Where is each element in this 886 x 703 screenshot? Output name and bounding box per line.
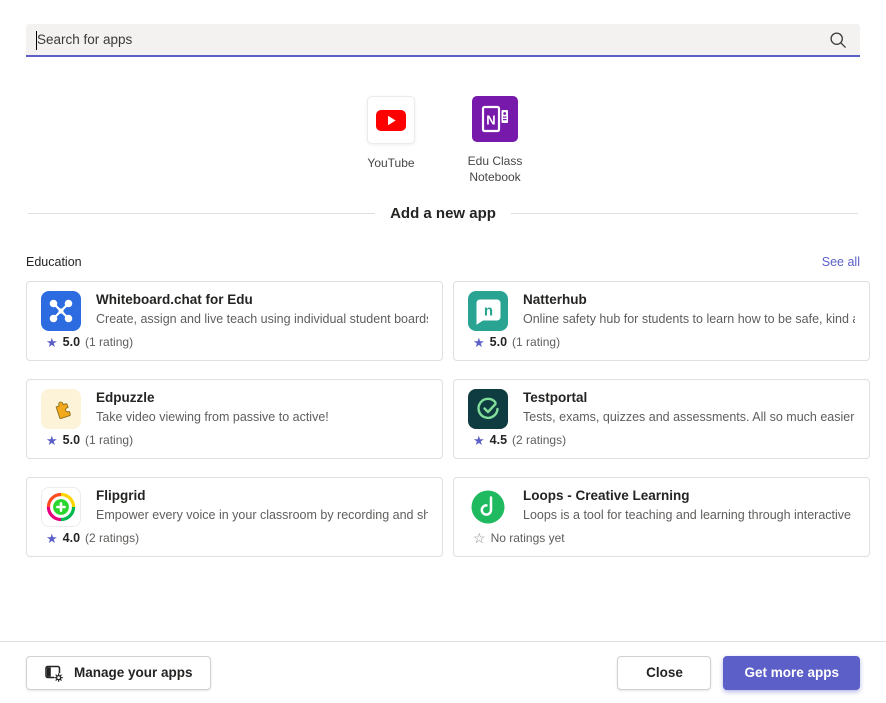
app-description: Empower every voice in your classroom by… [96, 508, 428, 522]
app-description: Create, assign and live teach using indi… [96, 312, 428, 326]
see-all-link[interactable]: See all [822, 255, 860, 269]
manage-apps-icon [44, 663, 64, 683]
star-outline-icon: ☆ [473, 531, 486, 545]
footer-actions: Close Get more apps [617, 656, 860, 690]
youtube-icon [367, 96, 415, 144]
app-description: Loops is a tool for teaching and learnin… [523, 508, 855, 522]
app-card-loops[interactable]: Loops - Creative Learning Loops is a too… [453, 477, 870, 557]
pinned-apps-row: YouTube N Edu Class Notebook [0, 96, 886, 185]
app-card-testportal[interactable]: Testportal Tests, exams, quizzes and ass… [453, 379, 870, 459]
app-description: Online safety hub for students to learn … [523, 312, 855, 326]
pinned-app-label: Edu Class Notebook [451, 153, 539, 185]
rating-count: (2 ratings) [85, 531, 139, 545]
star-icon: ★ [473, 434, 485, 447]
star-icon: ★ [46, 434, 58, 447]
dialog-footer: Manage your apps Close Get more apps [0, 641, 886, 703]
star-icon: ★ [473, 336, 485, 349]
rating-row: ★ 5.0 (1 rating) [473, 335, 855, 349]
flipgrid-icon [41, 487, 81, 527]
loops-icon [468, 487, 508, 527]
add-new-app-divider: Add a new app [28, 205, 858, 222]
app-title: Natterhub [523, 292, 855, 309]
rating-count: (1 rating) [85, 433, 133, 447]
svg-text:N: N [486, 113, 495, 128]
rating-value: 4.0 [63, 531, 80, 545]
pinned-app-youtube[interactable]: YouTube [347, 96, 435, 185]
natterhub-icon: n [468, 291, 508, 331]
app-store-dialog: YouTube N Edu Class Notebook Add a new a… [0, 0, 886, 703]
rating-count: (2 ratings) [512, 433, 566, 447]
app-description: Take video viewing from passive to activ… [96, 410, 329, 424]
rating-value: 5.0 [63, 433, 80, 447]
app-card-flipgrid[interactable]: Flipgrid Empower every voice in your cla… [26, 477, 443, 557]
rating-row: ★ 5.0 (1 rating) [46, 335, 428, 349]
rating-row: ☆ No ratings yet [473, 531, 855, 545]
manage-apps-label: Manage your apps [74, 665, 193, 680]
manage-your-apps-button[interactable]: Manage your apps [26, 656, 211, 690]
app-title: Testportal [523, 390, 855, 407]
search-bar [26, 24, 860, 57]
pinned-app-label: YouTube [367, 155, 414, 171]
app-title: Edpuzzle [96, 390, 329, 407]
rating-count: (1 rating) [85, 335, 133, 349]
whiteboard-chat-icon [41, 291, 81, 331]
close-button[interactable]: Close [617, 656, 711, 690]
rating-row: ★ 5.0 (1 rating) [46, 433, 428, 447]
rating-count: (1 rating) [512, 335, 560, 349]
apps-grid: Whiteboard.chat for Edu Create, assign a… [26, 281, 860, 557]
testportal-icon [468, 389, 508, 429]
section-title: Education [26, 255, 82, 269]
add-new-app-label: Add a new app [375, 205, 511, 222]
rating-row: ★ 4.5 (2 ratings) [473, 433, 855, 447]
search-icon[interactable] [828, 30, 848, 50]
app-card-edpuzzle[interactable]: Edpuzzle Take video viewing from passive… [26, 379, 443, 459]
star-icon: ★ [46, 532, 58, 545]
divider-line [28, 213, 375, 214]
rating-value: 4.5 [490, 433, 507, 447]
onenote-icon: N [472, 96, 518, 142]
get-more-apps-button[interactable]: Get more apps [723, 656, 860, 690]
no-rating-label: No ratings yet [491, 531, 565, 545]
rating-row: ★ 4.0 (2 ratings) [46, 531, 428, 545]
app-title: Flipgrid [96, 488, 428, 505]
rating-value: 5.0 [490, 335, 507, 349]
search-input[interactable] [26, 24, 860, 57]
app-title: Loops - Creative Learning [523, 488, 855, 505]
edpuzzle-icon [41, 389, 81, 429]
section-header: Education See all [26, 255, 860, 269]
app-card-natterhub[interactable]: n Natterhub Online safety hub for studen… [453, 281, 870, 361]
divider-line [511, 213, 858, 214]
pinned-app-edu-class-notebook[interactable]: N Edu Class Notebook [451, 96, 539, 185]
app-card-whiteboard-chat[interactable]: Whiteboard.chat for Edu Create, assign a… [26, 281, 443, 361]
rating-value: 5.0 [63, 335, 80, 349]
app-description: Tests, exams, quizzes and assessments. A… [523, 410, 855, 424]
star-icon: ★ [46, 336, 58, 349]
svg-text:n: n [484, 303, 493, 320]
app-title: Whiteboard.chat for Edu [96, 292, 428, 309]
